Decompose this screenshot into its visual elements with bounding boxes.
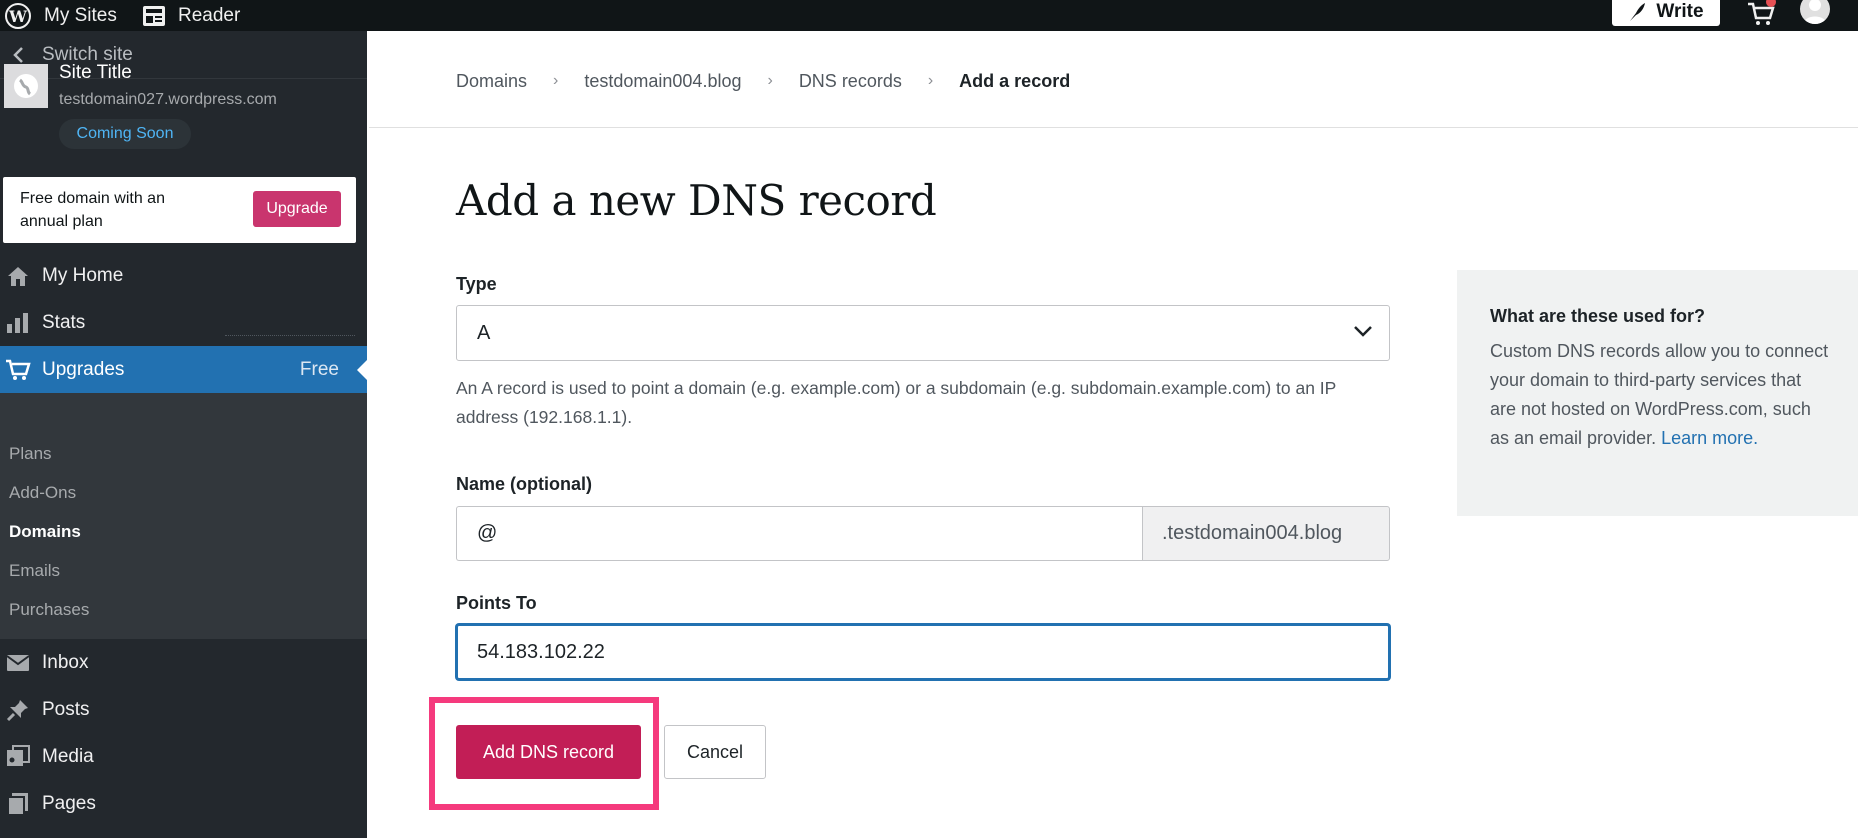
sidebar-item-posts[interactable]: Posts — [0, 686, 367, 733]
breadcrumb-current: Add a record — [959, 70, 1071, 91]
sidebar-item-label: Pages — [42, 792, 96, 814]
site-icon[interactable] — [4, 64, 48, 108]
sidebar-item-label: Stats — [42, 311, 86, 333]
type-label: Type — [456, 274, 497, 294]
write-button[interactable]: Write — [1612, 0, 1720, 26]
feather-icon — [1630, 2, 1646, 21]
pushpin-icon — [5, 697, 31, 723]
upgrade-button[interactable]: Upgrade — [253, 191, 341, 227]
switch-site-link[interactable]: Switch site — [0, 31, 367, 79]
page-title: Add a new DNS record — [456, 176, 937, 225]
info-panel: What are these used for? Custom DNS reco… — [1457, 270, 1858, 516]
stats-icon — [5, 310, 31, 336]
submenu-item-purchases[interactable]: Purchases — [9, 600, 89, 620]
submenu-item-emails[interactable]: Emails — [9, 561, 60, 581]
site-title[interactable]: Site Title — [59, 62, 132, 84]
submenu-item-plans[interactable]: Plans — [9, 444, 52, 464]
sidebar-item-label: Upgrades — [42, 358, 125, 380]
pages-icon — [5, 791, 31, 817]
inbox-icon — [5, 650, 31, 676]
breadcrumb-separator: › — [927, 72, 934, 89]
sidebar-item-label: My Home — [42, 264, 124, 286]
user-avatar-icon — [1803, 0, 1827, 24]
chevron-left-icon — [13, 46, 23, 63]
sidebar-item-media[interactable]: Media — [0, 733, 367, 780]
breadcrumb-domain[interactable]: testdomain004.blog — [584, 71, 741, 92]
svg-text:W: W — [8, 7, 28, 26]
submenu-item-domains[interactable]: Domains — [9, 522, 81, 542]
top-bar: W My Sites Reader Write — [0, 0, 1858, 31]
avatar[interactable] — [1800, 0, 1830, 24]
info-body: Custom DNS records allow you to connect … — [1490, 341, 1829, 448]
site-status-badge: Coming Soon — [59, 119, 191, 149]
sidebar-item-label: Media — [42, 745, 94, 767]
stats-sparkline — [225, 335, 355, 336]
promo-text: Free domain with an annual plan — [20, 190, 165, 230]
points-to-label: Points To — [456, 593, 537, 613]
wordpress-logo-icon: W — [5, 2, 31, 29]
chevron-down-icon — [1354, 326, 1372, 337]
site-url: testdomain027.wordpress.com — [59, 91, 277, 108]
learn-more-link[interactable]: Learn more. — [1661, 428, 1758, 448]
type-select-value: A — [477, 321, 491, 344]
my-sites-link[interactable]: W My Sites — [4, 0, 117, 31]
breadcrumb: Domains › testdomain004.blog › DNS recor… — [456, 69, 1070, 93]
breadcrumb-dns-records[interactable]: DNS records — [799, 71, 902, 92]
plan-badge: Free — [299, 358, 339, 380]
cancel-button[interactable]: Cancel — [664, 725, 766, 779]
reader-label: Reader — [178, 4, 241, 26]
name-domain-suffix: .testdomain004.blog — [1142, 506, 1390, 561]
current-indicator — [357, 360, 367, 380]
submenu-item-add-ons[interactable]: Add-Ons — [9, 483, 76, 503]
breadcrumb-separator: › — [553, 72, 559, 89]
type-select[interactable]: A — [456, 305, 1390, 361]
globe-icon — [14, 74, 38, 98]
media-icon — [5, 744, 31, 770]
upgrade-promo: Free domain with an annual plan Upgrade — [3, 177, 356, 243]
cart-icon — [5, 357, 31, 383]
sidebar-item-label: Posts — [42, 698, 90, 720]
breadcrumb-separator: › — [767, 72, 773, 89]
sidebar-item-upgrades[interactable]: Upgrades Free — [0, 346, 367, 393]
add-dns-record-button[interactable]: Add DNS record — [456, 725, 641, 779]
sidebar-item-my-home[interactable]: My Home — [0, 252, 367, 299]
sidebar-item-inbox[interactable]: Inbox — [0, 639, 367, 686]
my-sites-label: My Sites — [44, 4, 117, 26]
write-label: Write — [1656, 0, 1704, 22]
info-title: What are these used for? — [1490, 306, 1706, 326]
points-to-input[interactable]: 54.183.102.22 — [456, 624, 1390, 680]
name-input[interactable]: @ — [456, 506, 1142, 561]
type-help-text: An A record is used to point a domain (e… — [456, 378, 1337, 427]
sidebar-item-stats[interactable]: Stats — [0, 299, 367, 346]
header-divider — [369, 127, 1858, 128]
name-label: Name (optional) — [456, 474, 593, 494]
sidebar-item-pages[interactable]: Pages — [0, 780, 367, 827]
info-text: Custom DNS records allow you to connect … — [1490, 337, 1830, 453]
home-icon — [5, 263, 31, 289]
breadcrumb-domains[interactable]: Domains — [456, 71, 527, 92]
reader-icon — [143, 5, 165, 26]
reader-link[interactable]: Reader — [142, 0, 240, 31]
sidebar-item-label: Inbox — [42, 651, 89, 673]
